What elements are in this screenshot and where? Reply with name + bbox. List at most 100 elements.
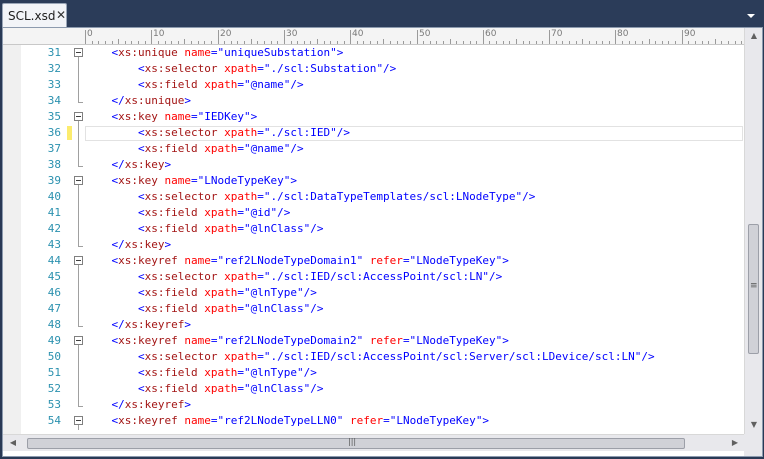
- code-line[interactable]: <xs:field xpath="@name"/>: [85, 77, 304, 93]
- code-line[interactable]: <xs:field xpath="@lnClass"/>: [85, 381, 323, 397]
- tag-name: xs:field: [144, 366, 198, 379]
- bracket: =": [402, 254, 417, 267]
- scroll-down-arrow-icon[interactable]: ▼: [748, 420, 760, 429]
- code-line[interactable]: <xs:selector xpath="./scl:DataTypeTempla…: [85, 189, 535, 205]
- code-line[interactable]: <xs:selector xpath="./scl:IED"/>: [85, 125, 350, 141]
- ruler-tick: [489, 41, 490, 44]
- bracket: <: [137, 302, 145, 315]
- ruler-tick: [450, 39, 451, 44]
- ruler-label: 40: [352, 29, 364, 39]
- ruler-tick: [542, 41, 543, 44]
- attribute-name: name: [184, 46, 211, 59]
- ruler-tick: [569, 41, 570, 44]
- tag-name: xs:field: [144, 78, 198, 91]
- code-line[interactable]: </xs:key>: [85, 157, 172, 173]
- ruler-tick: [721, 41, 722, 44]
- collapse-region-icon[interactable]: [74, 336, 83, 345]
- vertical-scroll-thumb[interactable]: ≡: [748, 224, 759, 354]
- code-line[interactable]: </xs:key>: [85, 237, 172, 253]
- code-text-area[interactable]: <xs:unique name="uniqueSubstation"> <xs:…: [85, 45, 744, 434]
- selection-margin[interactable]: [3, 45, 21, 434]
- attribute-value: uniqueSubstation: [224, 46, 331, 59]
- ruler-label: 20: [220, 29, 232, 39]
- line-number: 49: [47, 334, 61, 347]
- ruler-tick: [271, 41, 272, 44]
- ruler-tick: [436, 41, 437, 44]
- close-icon[interactable]: ✕: [55, 8, 67, 22]
- grip-icon: ≡: [750, 281, 758, 291]
- tag-name: xs:unique: [118, 46, 178, 59]
- code-line[interactable]: <xs:unique name="uniqueSubstation">: [85, 45, 344, 61]
- attribute-name: xpath: [204, 302, 238, 315]
- line-number: 40: [47, 190, 61, 203]
- bracket: =": [237, 142, 251, 155]
- ruler-tick: [509, 41, 510, 44]
- ruler-label: 80: [617, 29, 629, 39]
- bracket: ">: [283, 174, 297, 187]
- code-line[interactable]: <xs:keyref name="ref2LNodeTypeDomain1" r…: [85, 253, 509, 269]
- ruler-tick: [191, 41, 192, 44]
- code-line[interactable]: <xs:field xpath="@lnClass"/>: [85, 301, 323, 317]
- collapse-region-icon[interactable]: [74, 112, 83, 121]
- fold-end-marker: [78, 102, 83, 103]
- ruler-tick: [85, 30, 86, 44]
- code-line[interactable]: <xs:keyref name="ref2LNodeTypeDomain2" r…: [85, 333, 509, 349]
- vertical-scrollbar[interactable]: ▲ ≡ ▼: [744, 28, 762, 434]
- ruler-tick: [251, 39, 252, 44]
- fold-guide-line: [78, 425, 79, 430]
- scroll-right-arrow-icon[interactable]: ▶: [729, 438, 741, 447]
- collapse-region-icon[interactable]: [74, 256, 83, 265]
- attribute-value: ./scl:IED/scl:AccessPoint/scl:Server/scl…: [270, 350, 635, 363]
- ruler-label: 60: [485, 29, 497, 39]
- bracket: "/>: [283, 142, 304, 155]
- ruler-tick: [470, 41, 471, 44]
- ruler-label: 30: [286, 29, 298, 39]
- bracket: <: [137, 270, 145, 283]
- ruler-tick: [483, 30, 484, 44]
- scroll-left-arrow-icon[interactable]: ◀: [7, 438, 19, 447]
- code-line[interactable]: <xs:field xpath="@lnType"/>: [85, 365, 317, 381]
- code-editor[interactable]: 0 10 20 30 40 50 60 70 80 90 <xs:unique name="uni…: [2, 27, 763, 457]
- code-line[interactable]: <xs:key name="LNodeTypeKey">: [85, 173, 297, 189]
- attribute-name: name: [184, 334, 211, 347]
- tag-name: xs:keyref: [118, 334, 178, 347]
- code-line[interactable]: <xs:field xpath="@lnType"/>: [85, 285, 317, 301]
- line-number: 47: [47, 302, 61, 315]
- fold-end-marker: [78, 246, 83, 247]
- tab-dropdown-icon[interactable]: [745, 10, 757, 20]
- code-line[interactable]: <xs:selector xpath="./scl:IED/scl:Access…: [85, 349, 655, 365]
- tab-scl-xsd[interactable]: SCL.xsd ✕: [2, 3, 67, 27]
- code-line[interactable]: <xs:key name="IEDKey">: [85, 109, 258, 125]
- code-line[interactable]: <xs:selector xpath="./scl:IED/scl:Access…: [85, 269, 502, 285]
- scroll-up-arrow-icon[interactable]: ▲: [748, 31, 760, 40]
- ruler-tick: [523, 41, 524, 44]
- code-line[interactable]: <xs:field xpath="@name"/>: [85, 141, 304, 157]
- fold-end-marker: [78, 406, 83, 407]
- scrollbar-corner: [744, 434, 762, 456]
- ruler-tick: [304, 41, 305, 44]
- code-line[interactable]: <xs:keyref name="ref2LNodeTypeLLN0" refe…: [85, 413, 490, 429]
- bracket: "/>: [303, 382, 324, 395]
- code-line[interactable]: <xs:field xpath="@id"/>: [85, 205, 290, 221]
- horizontal-scroll-thumb[interactable]: |||: [27, 437, 685, 449]
- bracket: "/>: [270, 206, 291, 219]
- code-line[interactable]: </xs:keyref>: [85, 397, 191, 413]
- ruler-tick: [324, 41, 325, 44]
- collapse-region-icon[interactable]: [74, 416, 83, 425]
- code-line[interactable]: </xs:unique>: [85, 93, 191, 109]
- code-line[interactable]: </xs:keyref>: [85, 317, 191, 333]
- horizontal-scrollbar[interactable]: ◀ ||| ▶: [3, 434, 744, 451]
- tag-name: xs:key: [118, 174, 158, 187]
- code-line[interactable]: <xs:selector xpath="./scl:Substation"/>: [85, 61, 396, 77]
- line-number: 50: [47, 350, 61, 363]
- collapse-region-icon[interactable]: [74, 48, 83, 57]
- collapse-region-icon[interactable]: [74, 176, 83, 185]
- ruler-tick: [662, 41, 663, 44]
- code-line[interactable]: <xs:field xpath="@lnClass"/>: [85, 221, 323, 237]
- ruler-tick: [125, 41, 126, 44]
